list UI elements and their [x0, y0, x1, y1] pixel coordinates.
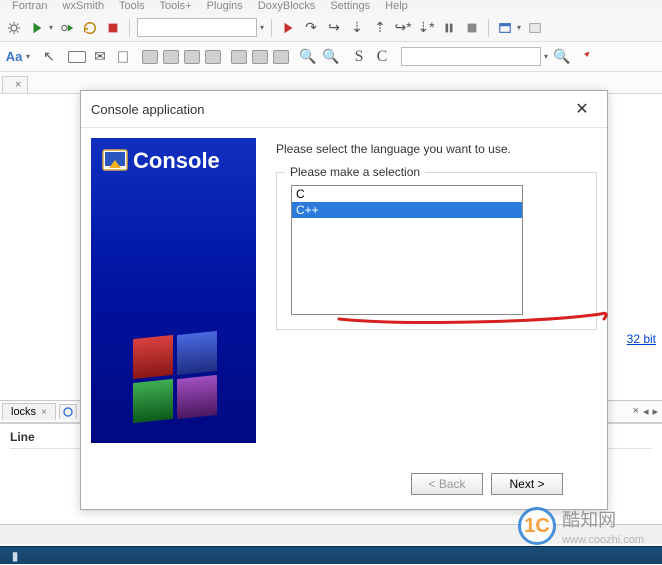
panel-icon-2[interactable] — [163, 50, 179, 64]
document-tab[interactable]: × — [2, 76, 28, 93]
watermark-text: 酷知网 — [562, 510, 616, 530]
options-icon[interactable] — [576, 48, 594, 66]
gear-icon[interactable] — [5, 19, 23, 37]
pointer-icon[interactable]: ↖ — [40, 48, 58, 66]
menu-item[interactable]: DoxyBlocks — [258, 0, 315, 12]
toolbar-main: ▾ ▾ ↷ ↪ ⇣ ⇡ ↪* ⇣* ▾ — [0, 14, 662, 42]
banner-cubes — [133, 333, 223, 423]
scroll-left-icon[interactable]: ◂ — [643, 405, 649, 418]
step-into-icon[interactable]: ⇣ — [348, 19, 366, 37]
console-shield-icon — [101, 148, 129, 174]
terminal-icon[interactable]: ▮ — [6, 547, 24, 565]
stop-icon[interactable] — [104, 19, 122, 37]
bottom-tab-label: locks — [11, 406, 36, 418]
bottom-tab-2[interactable] — [59, 404, 77, 419]
rect-tool-icon[interactable] — [68, 51, 86, 63]
panel-icon[interactable] — [142, 50, 158, 64]
debug-windows-icon[interactable] — [496, 19, 514, 37]
chevron-down-icon[interactable]: ▾ — [26, 52, 30, 61]
list-item[interactable]: C++ — [292, 202, 522, 218]
menu-item[interactable]: Plugins — [207, 0, 243, 12]
rebuild-icon[interactable] — [81, 19, 99, 37]
close-icon[interactable]: × — [41, 407, 47, 418]
comment-style-icon[interactable]: C — [373, 48, 391, 66]
build-run-icon[interactable] — [58, 19, 76, 37]
group-label: Please make a selection — [285, 165, 425, 179]
menu-item[interactable]: Help — [385, 0, 408, 12]
menu-item[interactable]: Fortran — [12, 0, 47, 12]
panel-icon-7[interactable] — [273, 50, 289, 64]
zoom-out-icon[interactable]: 🔍 — [322, 48, 340, 66]
chevron-down-icon[interactable]: ▾ — [517, 23, 521, 32]
back-button: < Back — [411, 473, 483, 495]
zoom-in-icon[interactable]: 🔍 — [299, 48, 317, 66]
close-icon[interactable]: ✕ — [567, 99, 597, 119]
panel-icon-5[interactable] — [231, 50, 247, 64]
next-instruction-icon[interactable]: ↪* — [394, 19, 412, 37]
selection-group: Please make a selection C C++ — [276, 172, 597, 330]
terminal-strip: ▮ — [0, 546, 662, 564]
wizard-prompt: Please select the language you want to u… — [276, 142, 597, 156]
bottom-tab[interactable]: locks × — [2, 403, 56, 420]
find-icon[interactable]: 🔍 — [553, 48, 571, 66]
banner-title: Console — [133, 148, 220, 174]
next-button[interactable]: Next > — [491, 473, 563, 495]
watermark: 1C 酷知网 www.coozhi.com — [518, 506, 644, 546]
menu-item[interactable]: Tools+ — [160, 0, 192, 12]
run-to-cursor-icon[interactable]: ↷ — [302, 19, 320, 37]
panel-icon-4[interactable] — [205, 50, 221, 64]
list-item[interactable]: C — [292, 186, 522, 202]
menu-item[interactable]: wxSmith — [63, 0, 105, 12]
bitness-link[interactable]: 32 bit — [627, 332, 656, 346]
watermark-url: www.coozhi.com — [562, 534, 644, 546]
menu-item[interactable]: Settings — [330, 0, 370, 12]
language-listbox[interactable]: C C++ — [291, 185, 523, 315]
step-out-icon[interactable]: ⇡ — [371, 19, 389, 37]
close-pane-icon[interactable]: × — [633, 405, 639, 418]
panel-icon-3[interactable] — [184, 50, 200, 64]
highlight-icon[interactable]: Aa — [5, 48, 23, 66]
source-style-icon[interactable]: S — [350, 48, 368, 66]
step-over-icon[interactable]: ↪ — [325, 19, 343, 37]
envelope-icon[interactable]: ✉ — [91, 48, 109, 66]
build-target-combo[interactable] — [137, 18, 257, 37]
chevron-down-icon[interactable]: ▾ — [260, 23, 264, 32]
debug-run-icon[interactable] — [279, 19, 297, 37]
search-combo[interactable] — [401, 47, 541, 66]
sheet-icon[interactable] — [114, 48, 132, 66]
dialog-title: Console application — [91, 102, 204, 117]
panel-icon-6[interactable] — [252, 50, 268, 64]
menu-item[interactable]: Tools — [119, 0, 145, 12]
dialog-title-bar: Console application ✕ — [81, 91, 607, 128]
wizard-banner: Console — [91, 138, 256, 443]
play-icon[interactable] — [28, 19, 46, 37]
chevron-down-icon[interactable]: ▾ — [49, 23, 53, 32]
watermark-logo: 1C — [518, 507, 556, 545]
scroll-right-icon[interactable]: ▸ — [652, 405, 658, 418]
step-into-instruction-icon[interactable]: ⇣* — [417, 19, 435, 37]
close-icon[interactable]: × — [15, 79, 21, 91]
break-icon[interactable] — [440, 19, 458, 37]
chevron-down-icon[interactable]: ▾ — [544, 52, 548, 61]
wizard-dialog: Console application ✕ Console Please sel… — [80, 90, 608, 510]
stop-debug-icon[interactable] — [463, 19, 481, 37]
info-icon[interactable] — [526, 19, 544, 37]
toolbar-edit: Aa ▾ ↖ ✉ 🔍 🔍 S C ▾ 🔍 — [0, 42, 662, 72]
menu-bar: Fortran wxSmith Tools Tools+ Plugins Dox… — [0, 0, 662, 14]
